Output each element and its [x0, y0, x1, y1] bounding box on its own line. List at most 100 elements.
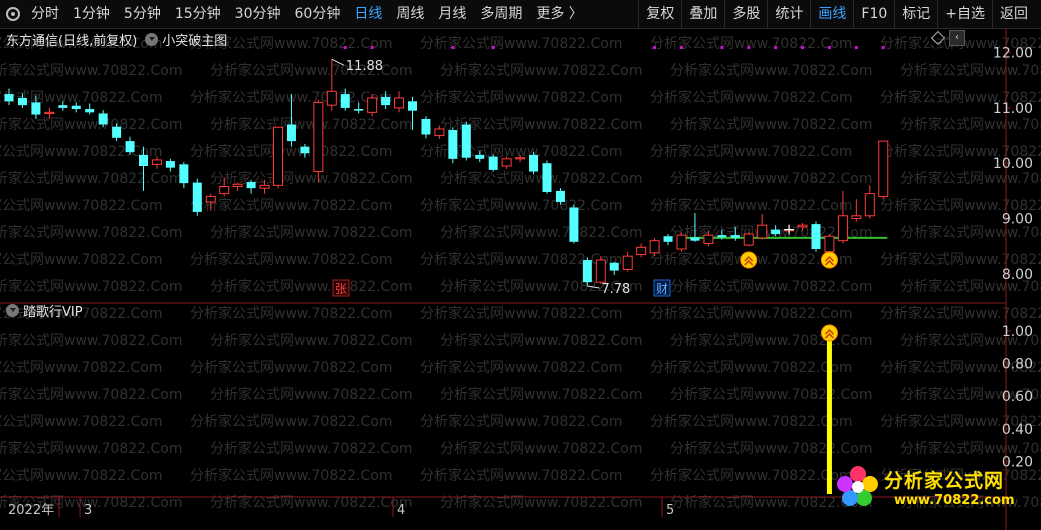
period-tab-6[interactable]: 日线: [347, 0, 389, 28]
sub-indicator-label[interactable]: 踏歌行VIP: [23, 301, 83, 320]
candle: [232, 182, 243, 191]
watermark-text: 分析家公式网www.70822.Com: [650, 467, 852, 484]
zhang-badge: 张: [332, 279, 350, 297]
sub-y-tick-label: 0.80: [1002, 357, 1033, 373]
period-tab-9[interactable]: 多周期: [473, 0, 529, 28]
kline-chart[interactable]: 分析家公式网www.70822.Com 分析家公式网www.70822.Com 分析…: [0, 28, 1041, 530]
watermark-text: 分析家公式网www.70822.Com: [440, 386, 642, 403]
watermark-text: 分析家公式网www.70822.Com: [650, 35, 852, 52]
watermark-text: 分析家公式网www.70822.Com: [650, 143, 852, 160]
watermark-text: 分析家公式网www.70822.Com: [0, 386, 182, 403]
action-button-4[interactable]: 画线: [810, 0, 853, 28]
candle: [273, 126, 283, 189]
candle-body: [636, 246, 647, 256]
settings-gear-icon[interactable]: [6, 7, 20, 21]
period-tabs: 分时 1分钟 5分钟 15分钟 30分钟 60分钟 日线 周线 月线 多周期 更多 〉: [6, 0, 590, 28]
top-marker: [343, 46, 347, 49]
candle: [313, 99, 324, 183]
top-marker: [774, 46, 778, 49]
candle-body: [394, 97, 405, 109]
candle: [488, 154, 498, 172]
period-tab-8[interactable]: 月线: [431, 0, 473, 28]
action-button-2[interactable]: 多股: [724, 0, 767, 28]
top-marker: [370, 46, 374, 49]
action-button-0[interactable]: 复权: [638, 0, 681, 28]
candle-body: [609, 262, 619, 271]
candle: [864, 185, 875, 219]
watermark-text: 分析家公式网www.70822.Com: [440, 62, 642, 79]
watermark-text: 分析家公式网www.70822.Com: [880, 305, 1041, 322]
logo-line2: www.70822.com: [894, 493, 1015, 508]
candle-body: [58, 105, 68, 108]
watermark-text: 分析家公式网www.70822.Com: [670, 170, 872, 187]
candle-body: [192, 182, 202, 212]
top-marker: [881, 46, 885, 49]
low-label: 7.78: [601, 282, 630, 297]
watermark-text: 分析家公式网www.70822.Com: [900, 62, 1041, 79]
candle-body: [461, 124, 471, 158]
watermark-text: 分析家公式网www.70822.Com: [210, 386, 412, 403]
period-tab-10[interactable]: 更多 〉: [529, 0, 589, 28]
flower-logo-icon: [837, 466, 878, 506]
watermark-text: 分析家公式网www.70822.Com: [190, 197, 392, 214]
watermark-text: 分析家公式网www.70822.Com: [0, 224, 182, 241]
candle-body: [555, 190, 565, 202]
candle-body: [367, 97, 378, 113]
candle-body: [743, 233, 754, 246]
watermark-text: 分析家公式网www.70822.Com: [440, 440, 642, 457]
month-label: 4: [397, 503, 405, 518]
stock-title: 东方通信(日线,前复权): [6, 33, 138, 49]
candle: [421, 116, 431, 139]
candle-body: [542, 163, 552, 192]
watermark-text: 分析家公式网www.70822.Com: [440, 170, 642, 187]
action-button-7[interactable]: +自选: [937, 0, 992, 28]
watermark-text: 分析家公式网www.70822.Com: [440, 332, 642, 349]
candle-body: [851, 215, 862, 220]
top-marker: [653, 46, 657, 49]
top-marker: [827, 46, 831, 49]
candle-body: [811, 224, 821, 249]
period-tab-1[interactable]: 1分钟: [66, 0, 117, 28]
candle-body: [313, 101, 324, 173]
action-button-5[interactable]: F10: [853, 0, 894, 28]
action-button-6[interactable]: 标记: [894, 0, 937, 28]
dropdown-icon[interactable]: [145, 32, 159, 46]
period-tab-2[interactable]: 5分钟: [117, 0, 168, 28]
candle-body: [151, 159, 162, 165]
period-tab-5[interactable]: 60分钟: [288, 0, 348, 28]
top-marker: [801, 46, 805, 49]
dropdown-icon[interactable]: [6, 303, 19, 317]
candle-body: [676, 234, 687, 250]
diamond-icon[interactable]: [930, 30, 946, 46]
period-tab-3[interactable]: 15分钟: [168, 0, 228, 28]
candle-body: [515, 157, 526, 160]
top-marker: [680, 46, 683, 49]
y-tick-label: 12.00: [993, 46, 1033, 62]
action-button-1[interactable]: 叠加: [681, 0, 724, 28]
watermark-text: 分析家公式网www.70822.Com: [670, 116, 872, 133]
zhang-label: 张: [335, 282, 347, 296]
main-indicator[interactable]: 小突破主图: [145, 30, 227, 49]
period-tab-4[interactable]: 30分钟: [228, 0, 288, 28]
action-button-3[interactable]: 统计: [767, 0, 810, 28]
period-tab-7[interactable]: 周线: [389, 0, 431, 28]
candle-body: [139, 154, 148, 166]
candle-body: [273, 126, 283, 186]
candle: [461, 121, 471, 161]
period-tab-0[interactable]: 分时: [24, 0, 66, 28]
candle-body: [582, 260, 592, 283]
watermark-text: 分析家公式网www.70822.Com: [0, 332, 182, 349]
watermark-text: 分析家公式网www.70822.Com: [650, 359, 852, 376]
watermark-text: 分析家公式网www.70822.Com: [0, 143, 162, 160]
candle: [542, 160, 552, 194]
collapse-icon[interactable]: ‹: [949, 30, 965, 46]
action-buttons: 复权 叠加 多股 统计 画线 F10 标记 +自选 返回: [638, 0, 1035, 28]
signal-marker: [820, 251, 838, 269]
action-button-8[interactable]: 返回: [992, 0, 1035, 28]
watermark-text: 分析家公式网www.70822.Com: [420, 359, 622, 376]
logo-line1: 分析家公式网: [884, 470, 1005, 492]
candle-body: [165, 161, 175, 168]
candle-body: [434, 128, 445, 137]
watermark-text: 分析家公式网www.70822.Com: [880, 251, 1041, 268]
candle-body: [286, 124, 296, 142]
